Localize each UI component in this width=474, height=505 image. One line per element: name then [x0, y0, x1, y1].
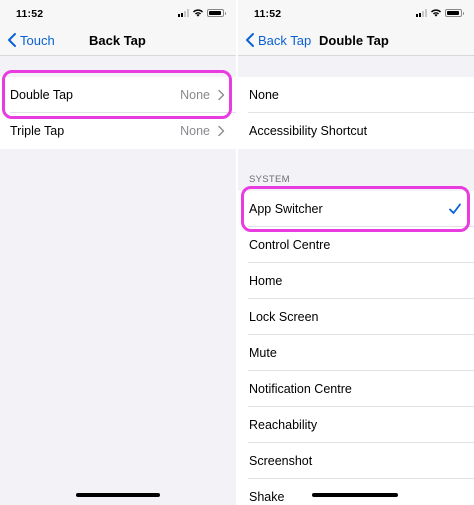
back-button-label: Touch [20, 32, 55, 48]
back-button[interactable]: Touch [6, 32, 55, 48]
chevron-left-icon [246, 33, 254, 47]
option-label: Notification Centre [249, 382, 352, 396]
highlight-app-switcher [241, 186, 470, 232]
option-label: Shake [249, 490, 285, 504]
wifi-icon [193, 9, 203, 17]
option-lock-screen[interactable]: Lock Screen [238, 299, 474, 335]
battery-icon [207, 9, 226, 17]
option-accessibility-shortcut[interactable]: Accessibility Shortcut [238, 113, 474, 149]
option-none[interactable]: None [238, 77, 474, 113]
chevron-left-icon [8, 33, 16, 47]
row-label: Triple Tap [10, 124, 65, 138]
option-shake[interactable]: Shake [238, 479, 474, 505]
option-control-centre[interactable]: Control Centre [238, 227, 474, 263]
status-time: 11:52 [16, 8, 44, 20]
option-label: None [249, 88, 279, 102]
option-mute[interactable]: Mute [238, 335, 474, 371]
general-options: None Accessibility Shortcut [238, 77, 474, 149]
wifi-icon [431, 9, 441, 17]
back-button[interactable]: Back Tap [244, 32, 311, 48]
nav-bar: Back Tap Double Tap [238, 26, 474, 56]
option-label: Home [249, 274, 283, 288]
option-label: Screenshot [249, 454, 313, 468]
home-indicator [76, 493, 160, 497]
row-value: None [180, 124, 210, 138]
battery-icon [445, 9, 464, 17]
left-screen: 11:52 Touch Back Tap Double Tap None Tri… [0, 0, 236, 505]
option-label: Accessibility Shortcut [249, 124, 368, 138]
right-screen: 11:52 Back Tap Double Tap None Accessibi… [238, 0, 474, 505]
cellular-signal-icon [178, 9, 189, 17]
status-icons [178, 9, 226, 17]
option-home[interactable]: Home [238, 263, 474, 299]
system-options: App Switcher Control Centre Home Lock Sc… [238, 191, 474, 505]
nav-bar: Touch Back Tap [0, 26, 236, 56]
option-label: Lock Screen [249, 310, 319, 324]
page-title: Back Tap [89, 33, 146, 48]
option-label: Reachability [249, 418, 318, 432]
status-time: 11:52 [254, 8, 282, 20]
option-screenshot[interactable]: Screenshot [238, 443, 474, 479]
status-icons [416, 9, 464, 17]
status-bar: 11:52 [238, 0, 474, 26]
highlight-double-tap [2, 70, 232, 119]
cellular-signal-icon [416, 9, 427, 17]
option-label: Control Centre [249, 238, 331, 252]
option-notification-centre[interactable]: Notification Centre [238, 371, 474, 407]
option-reachability[interactable]: Reachability [238, 407, 474, 443]
back-button-label: Back Tap [258, 32, 312, 48]
page-title: Double Tap [319, 33, 389, 48]
chevron-right-icon [218, 125, 225, 137]
home-indicator [312, 493, 398, 497]
status-bar: 11:52 [0, 0, 236, 26]
option-label: Mute [249, 346, 277, 360]
section-header-system: SYSTEM [249, 174, 290, 185]
